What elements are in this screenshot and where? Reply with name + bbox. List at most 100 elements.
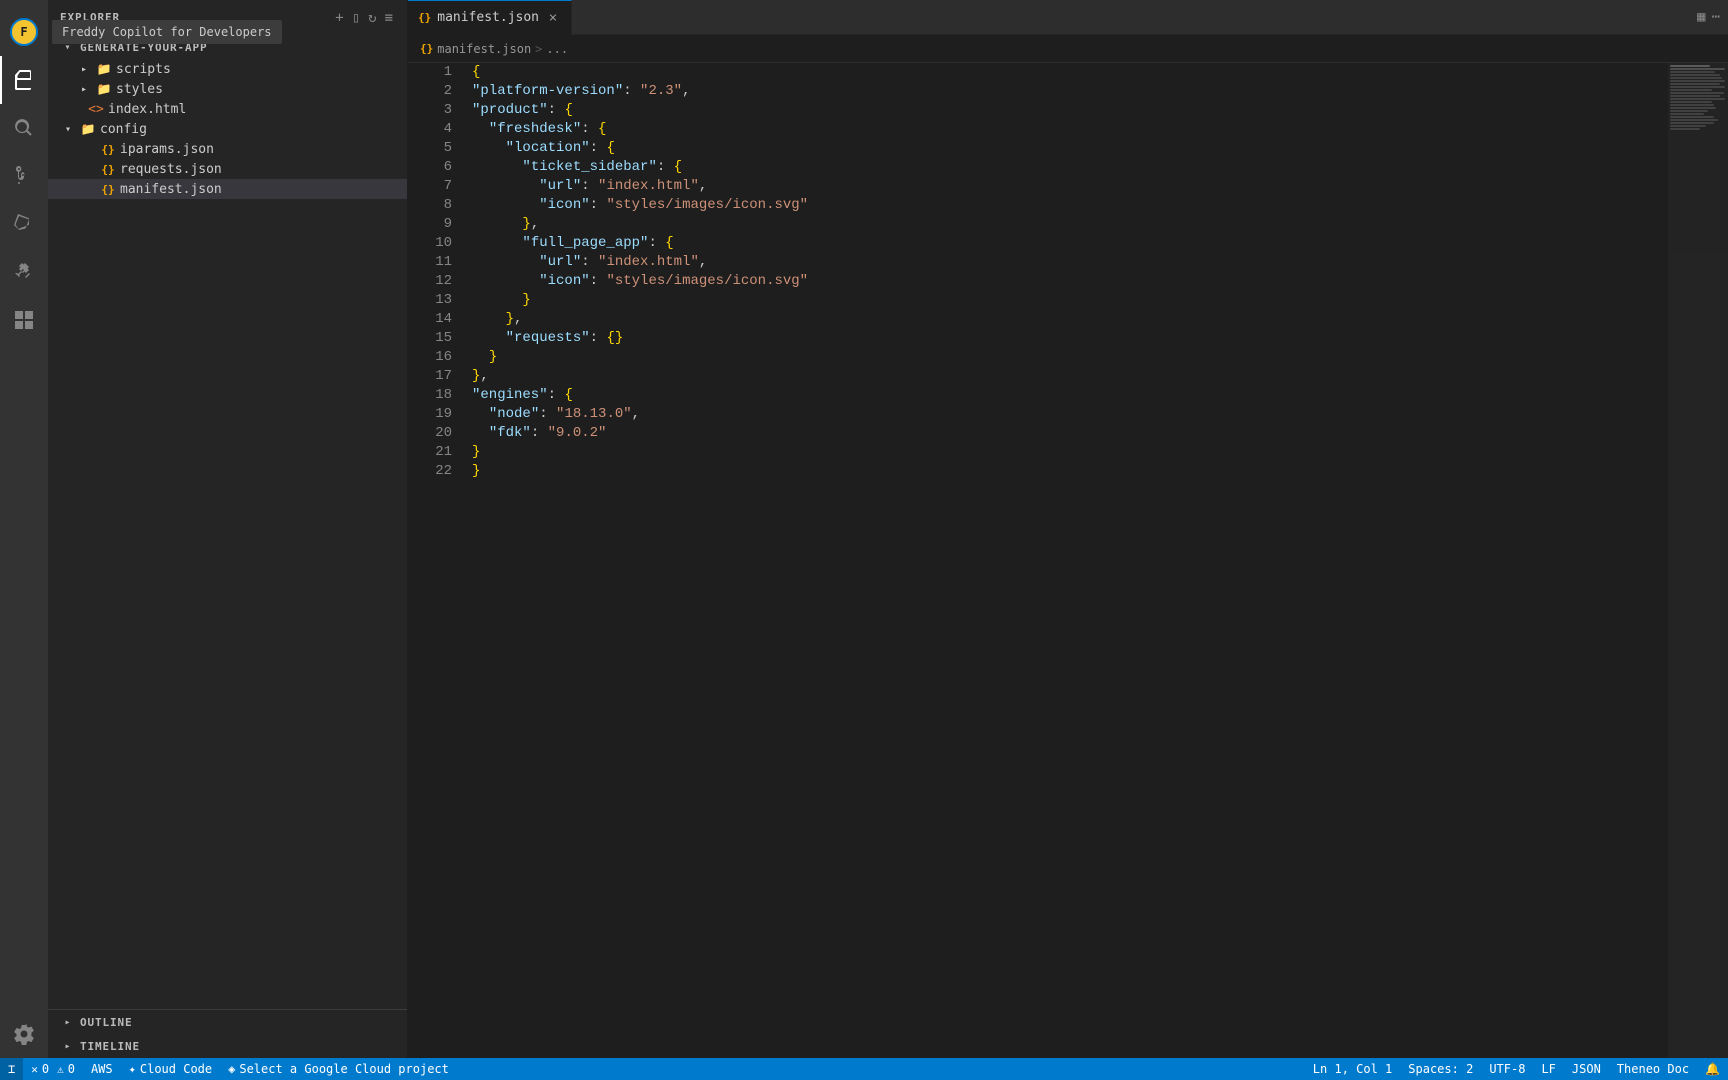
activity-bar-dashboard[interactable]: [0, 296, 48, 344]
folder-icon-styles: 📁: [96, 81, 112, 97]
breadcrumb-file[interactable]: manifest.json: [437, 42, 531, 56]
split-editor-icon[interactable]: ▦: [1697, 9, 1705, 25]
cloud-code-label: Cloud Code: [140, 1062, 212, 1076]
editor-area: {} manifest.json × ▦ ⋯ {} manifest.json …: [408, 0, 1728, 1058]
settings-icon: [12, 1022, 36, 1046]
status-left: ⌶ ✕ 0 ⚠ 0 AWS ✦ Cloud Code ◈ Select a Go…: [0, 1058, 457, 1080]
status-cloud-code[interactable]: ✦ Cloud Code: [121, 1058, 220, 1080]
tab-manifest-json[interactable]: {} manifest.json ×: [408, 0, 572, 35]
json-icon-iparams: {}: [100, 141, 116, 157]
tree-item-requests[interactable]: {} requests.json: [48, 159, 407, 179]
gcloud-icon: ◈: [228, 1062, 235, 1076]
status-errors[interactable]: ✕ 0 ⚠ 0: [23, 1058, 83, 1080]
timeline-chevron: [60, 1038, 76, 1054]
tree-item-manifest[interactable]: {} manifest.json: [48, 179, 407, 199]
tab-close-btn[interactable]: ×: [545, 10, 561, 26]
status-language[interactable]: JSON: [1564, 1058, 1609, 1080]
spaces-label: Spaces: 2: [1408, 1062, 1473, 1076]
root-chevron: [60, 39, 76, 55]
scripts-chevron: [76, 61, 92, 77]
ln-col-label: Ln 1, Col 1: [1313, 1062, 1392, 1076]
refresh-icon[interactable]: ↻: [366, 8, 378, 28]
activity-bar-explorer[interactable]: [0, 56, 48, 104]
status-right: Ln 1, Col 1 Spaces: 2 UTF-8 LF JSON Then…: [1305, 1058, 1728, 1080]
warning-icon: ⚠: [57, 1063, 64, 1076]
tree-item-styles[interactable]: 📁 styles: [48, 79, 407, 99]
folder-icon-scripts: 📁: [96, 61, 112, 77]
outline-chevron: [60, 1014, 76, 1030]
sidebar-actions: + ▯ ↻ ≡: [333, 8, 395, 28]
git-branch-icon: ⌶: [8, 1062, 15, 1076]
warning-count: 0: [68, 1062, 75, 1076]
error-icon: ✕: [31, 1063, 38, 1076]
language-label: JSON: [1572, 1062, 1601, 1076]
timeline-label: TIMELINE: [80, 1040, 140, 1053]
tree-item-iparams[interactable]: {} iparams.json: [48, 139, 407, 159]
files-icon: [13, 68, 37, 92]
activity-bar-search[interactable]: [0, 104, 48, 152]
extensions-icon: [12, 260, 36, 284]
search-icon: [12, 116, 36, 140]
line-numbers: 12345 678910 1112131415 1617181920 2122: [408, 63, 468, 1058]
dashboard-icon: [12, 308, 36, 332]
status-git[interactable]: ⌶: [0, 1058, 23, 1080]
activity-bar-source-control[interactable]: [0, 152, 48, 200]
activity-bar-avatar[interactable]: F Freddy Copilot for Developers: [0, 8, 48, 56]
json-icon-manifest: {}: [100, 181, 116, 197]
file-tree: GENERATE-YOUR-APP 📁 scripts 📁 styles <> …: [48, 35, 407, 1009]
tab-file-icon: {}: [418, 11, 431, 24]
code-lines: 12345 678910 1112131415 1617181920 2122 …: [408, 63, 1728, 1058]
breadcrumb: {} manifest.json > ...: [408, 35, 1728, 63]
aws-label: AWS: [91, 1062, 113, 1076]
new-folder-icon[interactable]: ▯: [350, 8, 362, 28]
gcloud-project-label: Select a Google Cloud project: [239, 1062, 449, 1076]
timeline-header[interactable]: TIMELINE: [48, 1034, 407, 1058]
scripts-label: scripts: [116, 62, 171, 77]
tree-item-index-html[interactable]: <> index.html: [48, 99, 407, 119]
iparams-label: iparams.json: [120, 142, 214, 157]
status-encoding[interactable]: UTF-8: [1481, 1058, 1533, 1080]
activity-bar-settings[interactable]: [0, 1010, 48, 1058]
activity-bar: F Freddy Copilot for Developers: [0, 0, 48, 1058]
code-content: { "platform-version": "2.3", "product": …: [468, 63, 1728, 1058]
status-aws[interactable]: AWS: [83, 1058, 121, 1080]
status-spaces[interactable]: Spaces: 2: [1400, 1058, 1481, 1080]
breadcrumb-more[interactable]: ...: [546, 42, 568, 56]
code-editor[interactable]: 12345 678910 1112131415 1617181920 2122 …: [408, 63, 1728, 1058]
schema-label: Theneo Doc: [1617, 1062, 1689, 1076]
source-control-icon: [12, 164, 36, 188]
minimap: [1668, 63, 1728, 1058]
status-bar: ⌶ ✕ 0 ⚠ 0 AWS ✦ Cloud Code ◈ Select a Go…: [0, 1058, 1728, 1080]
tree-item-config[interactable]: 📁 config: [48, 119, 407, 139]
sidebar: EXPLORER + ▯ ↻ ≡ GENERATE-YOUR-APP 📁 scr…: [48, 0, 408, 1058]
breadcrumb-file-icon: {}: [420, 42, 433, 55]
new-file-icon[interactable]: +: [333, 8, 345, 28]
status-schema[interactable]: Theneo Doc: [1609, 1058, 1697, 1080]
styles-label: styles: [116, 82, 163, 97]
collapse-all-icon[interactable]: ≡: [383, 8, 395, 28]
tab-bar: {} manifest.json × ▦ ⋯: [408, 0, 1728, 35]
config-label: config: [100, 122, 147, 137]
activity-bar-run[interactable]: [0, 200, 48, 248]
sidebar-title: EXPLORER: [60, 11, 120, 24]
editor-layout-buttons: ▦ ⋯: [1689, 9, 1728, 25]
more-actions-icon[interactable]: ⋯: [1712, 9, 1720, 25]
styles-chevron: [76, 81, 92, 97]
error-count: 0: [42, 1062, 49, 1076]
config-chevron: [60, 121, 76, 137]
status-notifications[interactable]: 🔔: [1697, 1058, 1728, 1080]
cloud-icon: ✦: [129, 1062, 136, 1076]
outline-header[interactable]: OUTLINE: [48, 1010, 407, 1034]
status-ln-col[interactable]: Ln 1, Col 1: [1305, 1058, 1400, 1080]
tree-item-scripts[interactable]: 📁 scripts: [48, 59, 407, 79]
manifest-label: manifest.json: [120, 182, 222, 197]
sidebar-header: EXPLORER + ▯ ↻ ≡: [48, 0, 407, 35]
project-name: GENERATE-YOUR-APP: [80, 41, 208, 54]
requests-label: requests.json: [120, 162, 222, 177]
activity-bar-extensions[interactable]: [0, 248, 48, 296]
status-gcloud-project[interactable]: ◈ Select a Google Cloud project: [220, 1058, 457, 1080]
minimap-lines: [1668, 63, 1728, 133]
project-root[interactable]: GENERATE-YOUR-APP: [48, 35, 407, 59]
outline-section: OUTLINE TIMELINE: [48, 1009, 407, 1058]
status-eol[interactable]: LF: [1533, 1058, 1563, 1080]
